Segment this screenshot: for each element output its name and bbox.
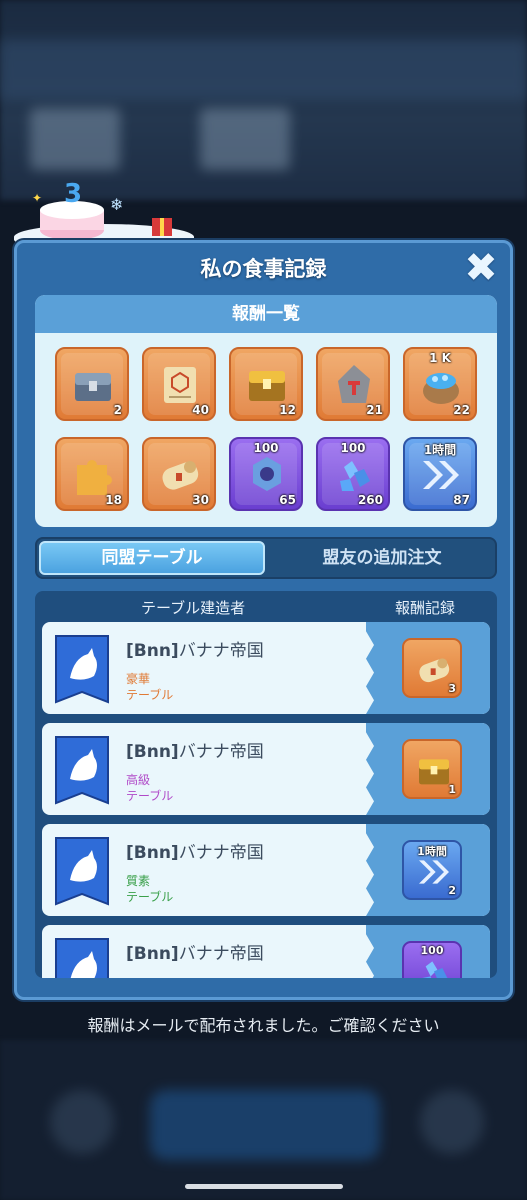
alliance-banner-icon (55, 938, 109, 978)
reward-item-gem-pot[interactable]: 1 K 22 (403, 347, 477, 421)
speedup-icon (423, 461, 459, 489)
distribution-notice: 報酬はメールで配布されました。ご確認ください (87, 1016, 440, 1035)
panel-title: 私の食事記録 (200, 257, 327, 281)
background-button (50, 1090, 114, 1154)
scroll-icon (164, 367, 196, 403)
builder-name: [Bnn]バナナ帝国 (126, 641, 264, 661)
table-record-list[interactable]: テーブル建造者 報酬記録 [Bnn]バナナ帝国 豪華 テーブル 3 [Bnn]バ… (35, 591, 497, 978)
close-icon[interactable]: ✖ (462, 248, 500, 288)
table-label: テーブル (126, 789, 174, 803)
background-tile (30, 108, 120, 170)
rolled-scroll-icon (162, 461, 199, 490)
table-grade: 高級 (126, 773, 151, 787)
list-header: テーブル建造者 報酬記録 (35, 597, 497, 621)
rewards-header: 報酬一覧 (35, 295, 497, 333)
table-grade: 質素 (126, 874, 151, 888)
reward-item-scroll[interactable]: 40 (142, 347, 216, 421)
table-label: テーブル (126, 688, 174, 702)
column-header-builder: テーブル建造者 (141, 599, 246, 617)
column-header-reward: 報酬記録 (395, 599, 456, 617)
reward-item-puzzle-piece[interactable]: 18 (55, 437, 129, 511)
row-reward-speedup[interactable]: 1時間 2 (402, 840, 462, 900)
builder-name: [Bnn]バナナ帝国 (126, 944, 264, 964)
list-item[interactable]: [Bnn]バナナ帝国 豪華 テーブル 3 (42, 622, 490, 714)
puzzle-piece-icon (77, 459, 112, 495)
alliance-banner-icon (55, 837, 109, 906)
background-button (420, 1090, 484, 1154)
gear-icon (253, 457, 281, 491)
tab-alliance-table[interactable]: 同盟テーブル (39, 541, 265, 575)
reward-item-ore-stone[interactable]: 21 (316, 347, 390, 421)
row-reward-rolled-scroll[interactable]: 3 (402, 638, 462, 698)
crystal-icon (422, 961, 448, 978)
row-reward-gold-chest[interactable]: 1 (402, 739, 462, 799)
background-tile (200, 108, 290, 170)
svg-text:✦: ✦ (32, 191, 42, 205)
table-label: テーブル (126, 890, 174, 904)
background-header-bar (0, 40, 527, 100)
list-item[interactable]: [Bnn]バナナ帝国 質素 テーブル 1時間 2 (42, 824, 490, 916)
silver-chest-icon (75, 373, 111, 401)
builder-name: [Bnn]バナナ帝国 (126, 742, 264, 762)
list-item[interactable]: [Bnn]バナナ帝国 高級 テーブル 1 (42, 723, 490, 815)
gold-chest-icon (249, 371, 285, 401)
reward-item-gear[interactable]: 100 65 (229, 437, 303, 511)
rewards-overview: 報酬一覧 2 40 12 21 1 K 22 18 30 100 65 100 … (35, 295, 497, 527)
table-grade: 豪華 (126, 672, 151, 686)
ore-stone-icon (338, 365, 370, 403)
reward-item-gold-chest[interactable]: 12 (229, 347, 303, 421)
svg-text:3: 3 (64, 179, 82, 209)
row-reward-crystal[interactable]: 100 (402, 941, 462, 978)
reward-item-rolled-scroll[interactable]: 30 (142, 437, 216, 511)
builder-name: [Bnn]バナナ帝国 (126, 843, 264, 863)
background-main-button (150, 1090, 380, 1160)
tab-bar: 同盟テーブル 盟友の追加注文 (35, 537, 497, 579)
dining-record-panel: 私の食事記録 ✖ 報酬一覧 2 40 12 21 1 K 22 18 30 10… (14, 240, 513, 1000)
gem-pot-icon (423, 373, 459, 404)
alliance-banner-icon (55, 736, 109, 805)
reward-item-silver-chest[interactable]: 2 (55, 347, 129, 421)
alliance-banner-icon (55, 635, 109, 704)
svg-text:❄: ❄ (110, 195, 123, 214)
home-indicator[interactable] (185, 1184, 343, 1189)
list-item[interactable]: [Bnn]バナナ帝国 100 (42, 925, 490, 978)
reward-item-crystal[interactable]: 100 260 (316, 437, 390, 511)
background-game-ui (0, 0, 527, 200)
tab-ally-extra-orders[interactable]: 盟友の追加注文 (269, 541, 495, 575)
crystal-icon (340, 461, 370, 491)
reward-item-speedup[interactable]: 1時間 87 (403, 437, 477, 511)
